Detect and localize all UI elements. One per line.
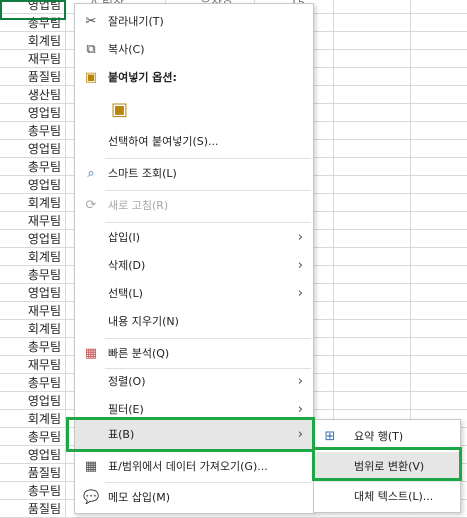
menu-item-smart-lookup[interactable]: ⌕ 스마트 조회(L): [75, 160, 313, 188]
smart-lookup-icon: ⌕: [87, 166, 95, 181]
paste-option-button[interactable]: ▣: [75, 94, 313, 126]
menu-item-cut[interactable]: ✂ 잘라내기(T): [75, 8, 313, 36]
cell-department[interactable]: 영업팀: [0, 104, 66, 122]
cell-department[interactable]: 총무팀: [0, 338, 66, 356]
cell-department[interactable]: 회계팀: [0, 194, 66, 212]
menu-separator: [105, 158, 311, 159]
cell-department[interactable]: 영업팀: [0, 284, 66, 302]
chevron-right-icon: ›: [297, 230, 303, 245]
cell-department[interactable]: 영업팀: [0, 446, 66, 464]
cell-department[interactable]: 총무팀: [0, 122, 66, 140]
submenu-item-alt-text[interactable]: 대체 텍스트(L)...: [314, 482, 460, 512]
paste-option-icon: ▣: [111, 99, 129, 120]
menu-item-get-data-from-table[interactable]: ▦ 표/범위에서 데이터 가져오기(G)...: [75, 453, 313, 481]
cell-department[interactable]: 품질팀: [0, 68, 66, 86]
active-cell-selection: [0, 0, 66, 20]
quick-analysis-icon: ▦: [84, 346, 98, 361]
cell-department[interactable]: 재무팀: [0, 212, 66, 230]
cell-department[interactable]: 총무팀: [0, 374, 66, 392]
cell-department[interactable]: 영업팀: [0, 176, 66, 194]
cell-department[interactable]: 영업팀: [0, 140, 66, 158]
cell-department[interactable]: 재무팀: [0, 50, 66, 68]
cell-department[interactable]: 총무팀: [0, 482, 66, 500]
submenu-item-convert-to-range[interactable]: 범위로 변환(V): [314, 452, 460, 482]
cell-department[interactable]: 영업팀: [0, 392, 66, 410]
cell-department[interactable]: 총무팀: [0, 428, 66, 446]
menu-item-paste-special[interactable]: 선택하여 붙여넣기(S)...: [75, 128, 313, 156]
table-submenu: ⊞ 요약 행(T) 범위로 변환(V) 대체 텍스트(L)...: [313, 419, 461, 513]
cell-department[interactable]: 회계팀: [0, 32, 66, 50]
menu-item-table[interactable]: 표(B) ›: [75, 420, 313, 450]
cell-department[interactable]: 회계팀: [0, 320, 66, 338]
context-menu: ✂ 잘라내기(T) ⧉ 복사(C) ▣ 붙여넣기 옵션: ▣ 선택하여 붙여넣기…: [74, 3, 314, 514]
comment-icon: 💬: [83, 490, 100, 505]
menu-separator: [105, 190, 311, 191]
table-data-icon: ▦: [84, 459, 98, 474]
total-row-icon: ⊞: [324, 429, 336, 444]
menu-item-copy[interactable]: ⧉ 복사(C): [75, 36, 313, 64]
cell-department[interactable]: 재무팀: [0, 356, 66, 374]
menu-item-insert[interactable]: 삽입(I) ›: [75, 224, 313, 252]
cell-department[interactable]: 총무팀: [0, 158, 66, 176]
menu-item-select[interactable]: 선택(L) ›: [75, 280, 313, 308]
cell-department[interactable]: 품질팀: [0, 500, 66, 518]
refresh-icon: ⟳: [85, 198, 97, 213]
submenu-item-total-row[interactable]: ⊞ 요약 행(T): [314, 422, 460, 452]
scissors-icon: ✂: [85, 14, 97, 29]
menu-item-paste-options: ▣ 붙여넣기 옵션:: [84, 70, 177, 85]
cell-department[interactable]: 재무팀: [0, 302, 66, 320]
menu-item-insert-comment[interactable]: 💬 메모 삽입(M): [75, 484, 313, 512]
chevron-right-icon: ›: [297, 374, 303, 389]
cell-department[interactable]: 회계팀: [0, 410, 66, 428]
menu-item-sort[interactable]: 정렬(O) ›: [75, 368, 313, 396]
menu-item-refresh[interactable]: ⟳ 새로 고침(R): [75, 192, 313, 220]
menu-item-clear-contents[interactable]: 내용 지우기(N): [75, 308, 313, 336]
menu-separator: [105, 222, 311, 223]
chevron-right-icon: ›: [297, 286, 303, 301]
cell-department[interactable]: 영업팀: [0, 230, 66, 248]
menu-separator: [105, 338, 311, 339]
chevron-right-icon: ›: [297, 258, 303, 273]
clipboard-icon: ▣: [84, 70, 98, 85]
chevron-right-icon: ›: [297, 427, 303, 442]
cell-department[interactable]: 회계팀: [0, 248, 66, 266]
menu-separator: [105, 482, 311, 483]
copy-icon: ⧉: [86, 42, 96, 57]
cell-department[interactable]: 생산팀: [0, 86, 66, 104]
menu-item-quick-analysis[interactable]: ▦ 빠른 분석(Q): [75, 340, 313, 368]
cell-department[interactable]: 품질팀: [0, 464, 66, 482]
cell-department[interactable]: 총무팀: [0, 266, 66, 284]
menu-item-delete[interactable]: 삭제(D) ›: [75, 252, 313, 280]
